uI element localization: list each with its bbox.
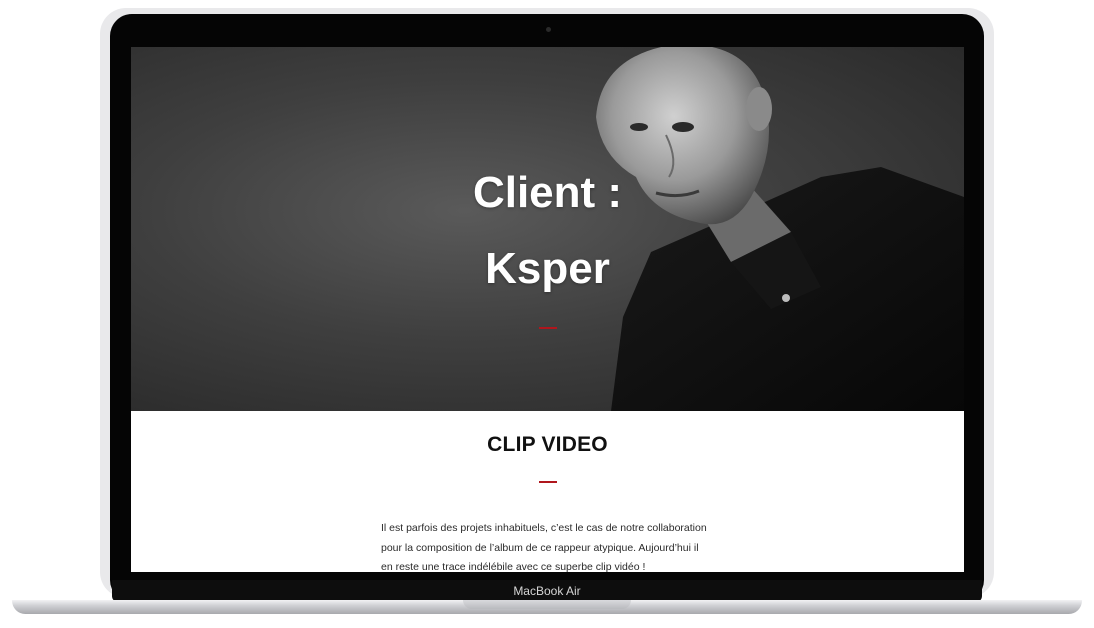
body-text-line: Il est parfois des projets inhabituels, … <box>381 522 707 534</box>
device-label: MacBook Air <box>513 584 581 598</box>
content-section: CLIP VIDEO Il est parfois des projets in… <box>131 411 964 572</box>
hero-title-line1: Client : <box>472 168 623 217</box>
section-accent-divider <box>539 481 557 483</box>
laptop-chin: MacBook Air <box>112 580 982 602</box>
section-body-text: Il est parfois des projets inhabituels, … <box>381 519 721 572</box>
section-title: CLIP VIDEO <box>487 433 608 456</box>
body-text-line: pour la composition de l’album de ce rap… <box>381 541 699 554</box>
laptop-notch <box>463 600 631 609</box>
hero-title-line2: Ksper <box>485 244 610 293</box>
body-text-line: en reste une trace indélébile avec ce su… <box>381 561 646 572</box>
portrait-photo <box>596 47 964 411</box>
camera-icon <box>546 27 551 32</box>
hero-accent-divider <box>539 327 557 329</box>
website-screen: Client : Ksper CLIP VIDEO Il est parfois… <box>131 47 964 572</box>
hero-banner: Client : Ksper <box>131 47 964 411</box>
